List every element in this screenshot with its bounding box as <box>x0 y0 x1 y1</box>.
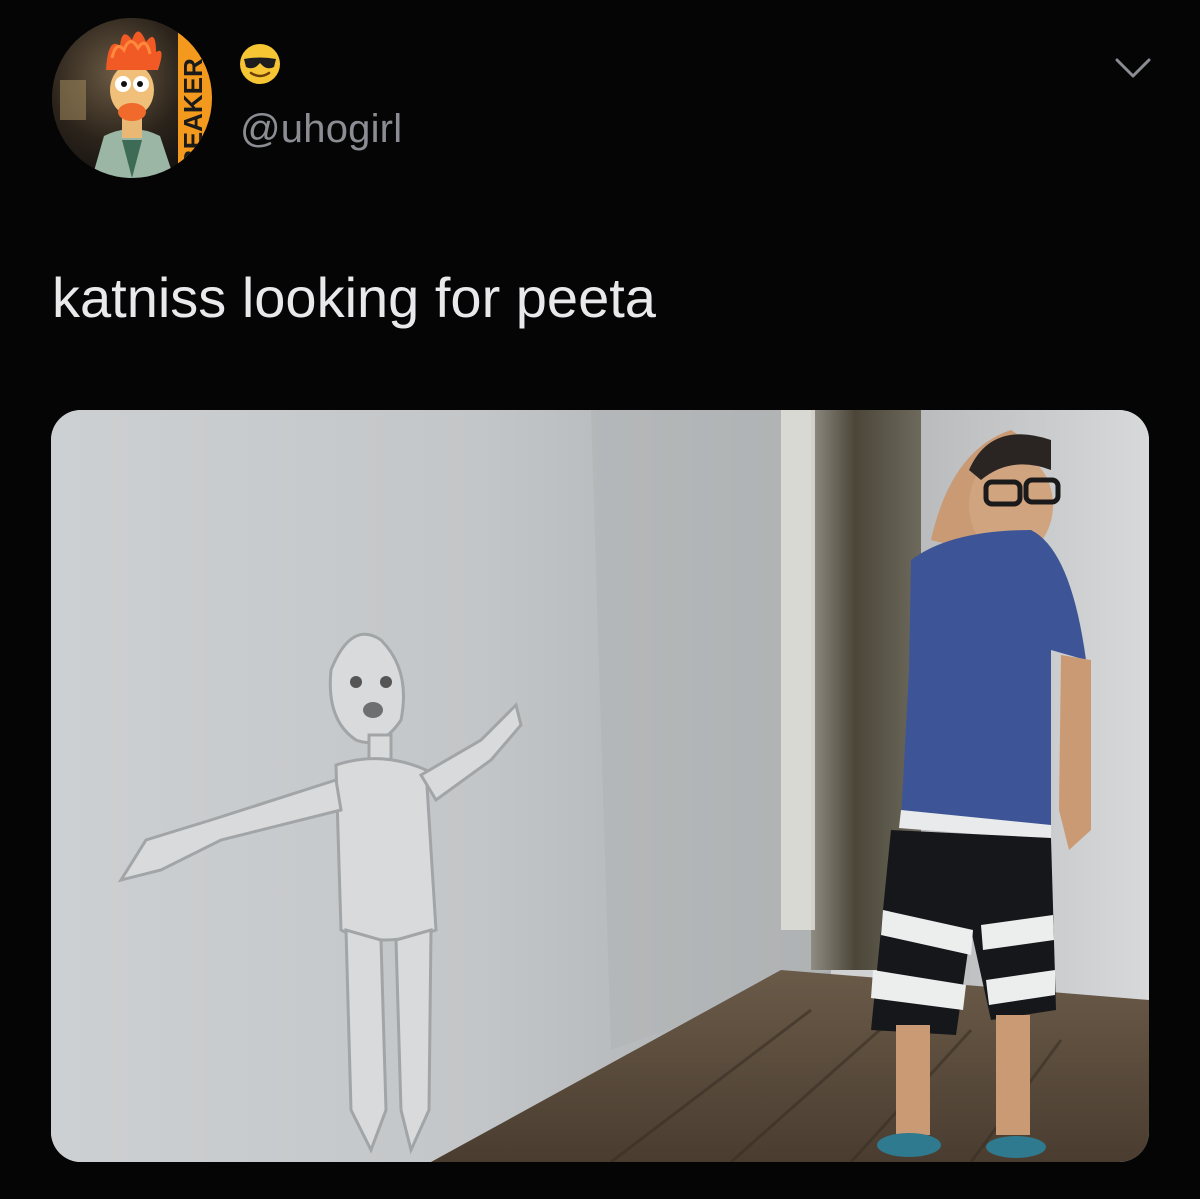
sunglasses-emoji-icon <box>240 44 280 84</box>
avatar-badge-text: BEAKER <box>178 58 208 168</box>
photo-scene <box>51 410 1149 1162</box>
tweet-text: katniss looking for peeta <box>52 266 656 329</box>
chevron-down-icon[interactable] <box>1114 56 1152 80</box>
author-handle[interactable]: @uhogirl <box>240 104 402 154</box>
user-line <box>238 42 282 86</box>
tweet-card: BEAKER @uhogirl katniss looking for peet… <box>0 0 1200 1199</box>
avatar[interactable]: BEAKER <box>52 18 212 178</box>
beaker-muppet-avatar-icon: BEAKER <box>52 18 212 178</box>
tweet-photo[interactable] <box>51 410 1149 1162</box>
